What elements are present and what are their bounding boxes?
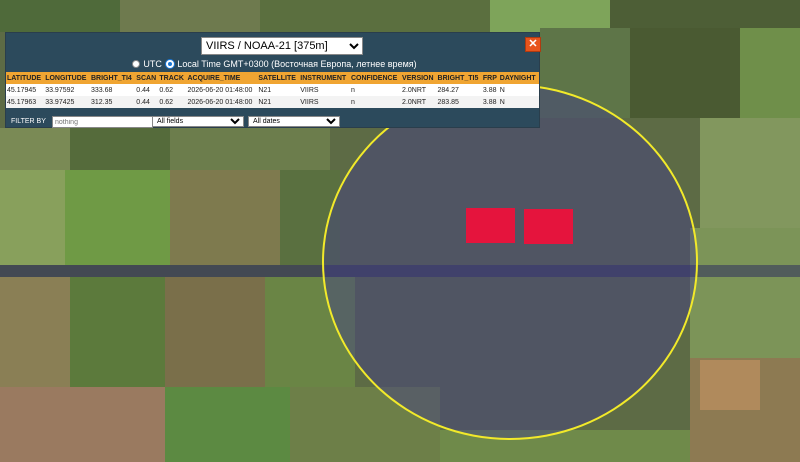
map-field <box>700 360 760 410</box>
table-cell: N21 <box>257 96 300 108</box>
local-time-radio[interactable] <box>166 60 175 68</box>
column-header[interactable]: LONGITUDE <box>44 72 90 84</box>
table-cell: 3.88 <box>481 96 499 108</box>
table-cell: 0.44 <box>135 96 159 108</box>
map-field <box>70 277 165 387</box>
table-row[interactable]: 45.17963 33.97425 312.35 0.44 0.62 2026-… <box>6 96 539 108</box>
table-cell: 45.17945 <box>6 84 45 96</box>
map-field <box>0 128 70 170</box>
table-cell: N21 <box>257 84 300 96</box>
table-cell: 45.17963 <box>6 96 45 108</box>
table-cell: 0.62 <box>158 96 187 108</box>
map-field <box>630 28 740 118</box>
utc-radio[interactable] <box>132 60 141 68</box>
column-header[interactable]: ACQUIRE_TIME <box>186 72 258 84</box>
table-cell: 283.85 <box>436 96 482 108</box>
timezone-row: UTC Local Time GMT+0300 (Восточная Европ… <box>6 59 541 71</box>
table-cell: 33.97592 <box>44 84 90 96</box>
filter-row: FILTER BY All fields All dates <box>6 116 541 128</box>
fire-hotspot-1[interactable] <box>466 208 515 243</box>
fields-select[interactable]: All fields <box>152 116 244 127</box>
table-cell: N <box>498 84 539 96</box>
map-field <box>70 128 170 170</box>
map-field <box>0 387 165 462</box>
fire-hotspot-2[interactable] <box>524 209 573 244</box>
table-cell: N <box>498 96 539 108</box>
column-header[interactable]: SCAN <box>135 72 159 84</box>
table-cell: VIIRS <box>299 96 350 108</box>
map-field <box>0 170 65 265</box>
map-field <box>740 28 800 118</box>
filter-label: FILTER BY <box>11 118 46 125</box>
table-cell: 0.62 <box>158 84 187 96</box>
table-cell: 2.0NRT <box>401 84 437 96</box>
utc-label: UTC <box>143 59 162 69</box>
table-header-row: LATITUDE LONGITUDE BRIGHT_TI4 SCAN TRACK… <box>6 72 539 84</box>
table-cell: 2026-06-20 01:48:00 <box>186 84 258 96</box>
map-field <box>165 277 265 387</box>
map-field <box>120 0 260 32</box>
column-header[interactable]: TRACK <box>158 72 187 84</box>
column-header[interactable]: BRIGHT_TI4 <box>89 72 136 84</box>
column-header[interactable]: LATITUDE <box>6 72 45 84</box>
column-header[interactable]: BRIGHT_TI5 <box>436 72 482 84</box>
table-cell: 2.0NRT <box>401 96 437 108</box>
map-field <box>0 277 70 387</box>
table-cell: 2026-06-20 01:48:00 <box>186 96 258 108</box>
table-row[interactable]: 45.17945 33.97592 333.68 0.44 0.62 2026-… <box>6 84 539 96</box>
fire-data-table: LATITUDE LONGITUDE BRIGHT_TI4 SCAN TRACK… <box>6 72 539 108</box>
map-field <box>260 0 490 32</box>
satellite-select[interactable]: VIIRS / NOAA-21 [375m] <box>201 37 363 55</box>
map-field <box>0 0 120 32</box>
local-time-label: Local Time GMT+0300 (Восточная Европа, л… <box>177 59 417 69</box>
column-header[interactable]: INSTRUMENT <box>299 72 350 84</box>
column-header[interactable]: FRP <box>481 72 499 84</box>
close-button[interactable]: ✕ <box>525 37 541 52</box>
table-cell: 284.27 <box>436 84 482 96</box>
filter-input[interactable] <box>52 116 153 128</box>
map-field <box>170 128 330 170</box>
radius-circle <box>322 84 698 440</box>
table-cell: n <box>349 96 402 108</box>
map-field <box>610 0 800 28</box>
table-cell: VIIRS <box>299 84 350 96</box>
table-cell: 0.44 <box>135 84 159 96</box>
table-cell: 3.88 <box>481 84 499 96</box>
table-cell: 312.35 <box>89 96 136 108</box>
table-cell: 333.68 <box>89 84 136 96</box>
map-field <box>65 170 170 265</box>
table-cell: 33.97425 <box>44 96 90 108</box>
column-header[interactable]: CONFIDENCE <box>349 72 402 84</box>
dates-select[interactable]: All dates <box>248 116 340 127</box>
fire-data-panel: VIIRS / NOAA-21 [375m] ✕ UTC Local Time … <box>5 32 541 128</box>
map-field <box>690 228 800 358</box>
map-field <box>170 170 280 265</box>
column-header[interactable]: VERSION <box>401 72 437 84</box>
map-field <box>165 387 290 462</box>
column-header[interactable]: SATELLITE <box>257 72 300 84</box>
table-cell: n <box>349 84 402 96</box>
column-header[interactable]: DAYNIGHT <box>498 72 539 84</box>
map-field <box>700 118 800 228</box>
